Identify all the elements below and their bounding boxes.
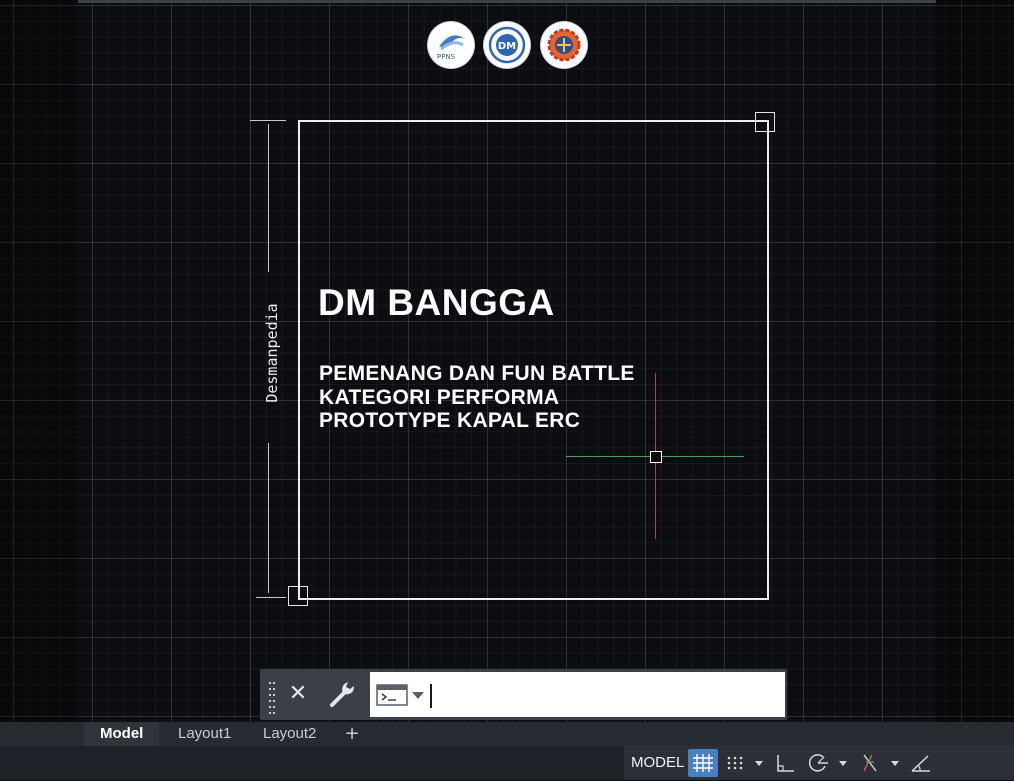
svg-text:PPNS: PPNS [437,53,456,61]
command-line-bar: ✕ [260,669,787,720]
svg-text:DM: DM [498,41,516,52]
grid-icon[interactable] [688,749,718,777]
command-input-wrap [370,672,785,717]
command-prompt-icon[interactable] [376,683,428,707]
polar-icon[interactable] [804,749,832,777]
drawing-title: DM BANGGA [318,282,555,323]
drag-handle-icon[interactable] [268,680,278,714]
snap-icon[interactable] [722,749,748,777]
angle-icon[interactable] [908,749,934,777]
crosshair-pickbox [650,451,662,463]
dropdown-icon[interactable] [888,749,902,777]
dm-logo: DM [484,22,530,68]
drawing-frame[interactable] [298,120,769,600]
ortho-icon[interactable] [772,749,800,777]
status-toggles: MODEL [624,746,1014,780]
dimension-extension-bottom [256,597,286,598]
dimension-text: Desmanpedia [263,303,281,403]
tab-layout1[interactable]: Layout1 [162,722,247,746]
subtitle-line-3: PROTOTYPE KAPAL ERC [319,409,581,432]
drawing-canvas[interactable]: PPNS DM Desmanpedia DM BANGGA PEMENANG D… [0,0,1014,722]
top-strip [78,0,936,3]
dm-logo-icon: DM [488,26,526,64]
model-space-button[interactable]: MODEL [628,749,687,777]
frame-grip-top-right[interactable] [755,112,775,132]
layout-tab-bar: Model Layout1 Layout2 + [0,722,1014,746]
wrench-icon[interactable] [326,677,360,711]
gear-logo-icon [547,28,581,62]
osnap-icon[interactable] [856,749,884,777]
dimension-extension-top [250,120,286,121]
subtitle-line-1: PEMENANG DAN FUN BATTLE [319,362,635,385]
text-caret [430,684,432,708]
canvas-left-shade [0,0,78,722]
status-bar: MODEL [0,746,1014,780]
dimension-line-lower [268,443,269,593]
ppns-logo: PPNS [428,22,474,68]
tab-layout2[interactable]: Layout2 [247,722,332,746]
close-icon[interactable]: ✕ [286,679,310,709]
tab-model[interactable]: Model [84,722,160,746]
canvas-right-shade [936,0,1014,722]
subtitle-line-2: KATEGORI PERFORMA [319,386,560,409]
gear-logo [541,22,587,68]
dimension-line-upper [268,124,269,272]
dropdown-icon[interactable] [836,749,850,777]
command-input[interactable] [430,680,774,710]
ppns-logo-icon: PPNS [437,35,465,61]
add-layout-button[interactable]: + [340,724,364,744]
dropdown-icon[interactable] [752,749,766,777]
frame-grip-bottom-left[interactable] [288,586,308,606]
